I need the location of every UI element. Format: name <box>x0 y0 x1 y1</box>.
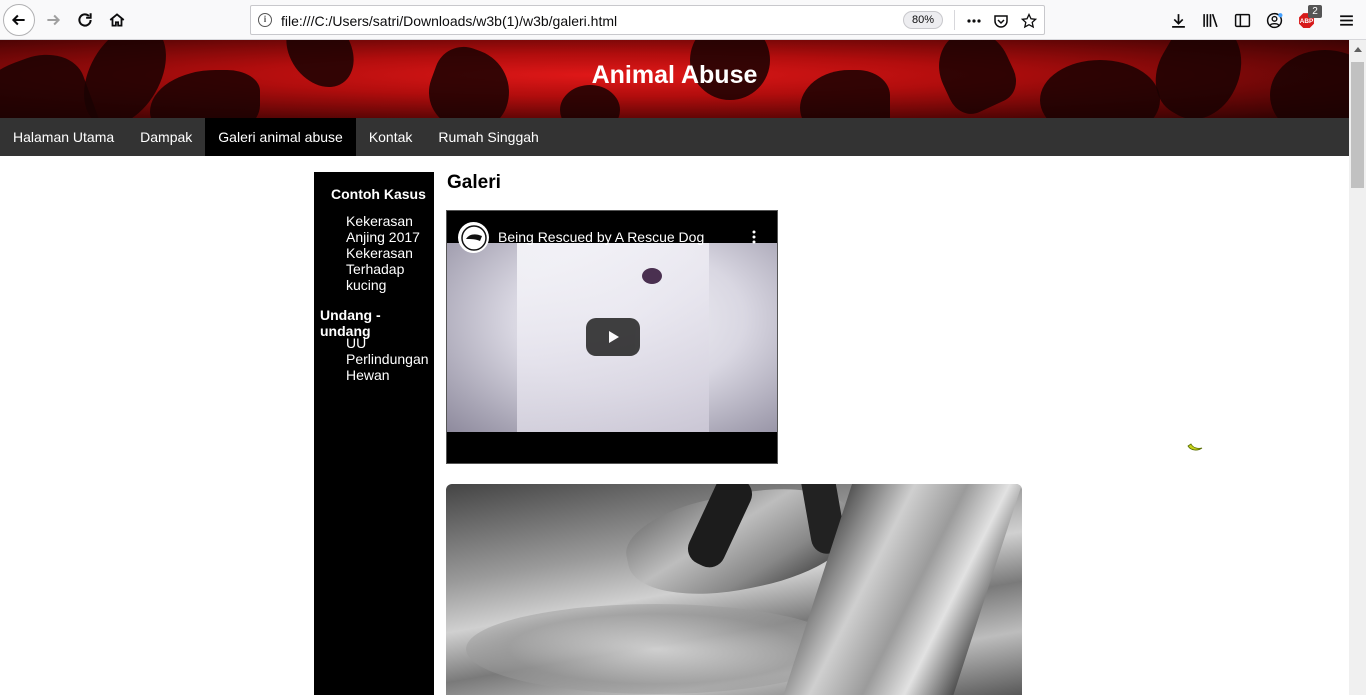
star-icon <box>1021 13 1037 29</box>
forward-button[interactable] <box>37 4 69 36</box>
address-bar[interactable]: i file:///C:/Users/satri/Downloads/w3b(1… <box>250 5 1045 35</box>
pocket-icon <box>994 15 1008 28</box>
page-viewport: Animal Abuse Halaman Utama Dampak Galeri… <box>0 40 1349 695</box>
sidebar-link-uu-perlindungan[interactable]: UU Perlindungan Hewan <box>346 335 432 383</box>
nav-item-galeri[interactable]: Galeri animal abuse <box>205 118 356 156</box>
downloads-button[interactable] <box>1168 10 1188 30</box>
home-icon <box>109 13 125 27</box>
mouse-cursor-icon <box>1187 443 1203 451</box>
arrow-left-icon <box>11 14 25 26</box>
sidebar-button[interactable] <box>1232 10 1252 30</box>
arrow-right-icon <box>47 14 61 26</box>
adblock-count-badge: 2 <box>1308 5 1322 18</box>
sidebar-link-kekerasan-kucing[interactable]: Kekerasan Terhadap kucing <box>346 245 432 293</box>
gallery-title: Galeri <box>447 172 501 193</box>
home-button[interactable] <box>101 4 133 36</box>
gallery-photo <box>446 484 1022 695</box>
info-icon[interactable]: i <box>258 13 272 27</box>
site-header-banner: Animal Abuse <box>0 40 1349 118</box>
download-icon <box>1171 13 1185 28</box>
bookmark-button[interactable] <box>1020 12 1038 30</box>
pocket-button[interactable] <box>992 12 1010 30</box>
main-nav: Halaman Utama Dampak Galeri animal abuse… <box>0 118 1349 156</box>
nav-item-halaman-utama[interactable]: Halaman Utama <box>0 118 127 156</box>
more-dots-icon <box>967 19 981 23</box>
library-button[interactable] <box>1200 10 1220 30</box>
svg-text:ABP: ABP <box>1299 18 1313 25</box>
nav-item-rumah-singgah[interactable]: Rumah Singgah <box>425 118 551 156</box>
account-button[interactable] <box>1264 10 1284 30</box>
play-icon <box>609 331 619 343</box>
page-actions-button[interactable] <box>965 12 983 30</box>
channel-avatar-icon[interactable] <box>458 222 489 253</box>
sidebar-icon <box>1234 13 1250 27</box>
reload-icon <box>78 13 92 27</box>
back-button[interactable] <box>3 4 35 36</box>
reload-button[interactable] <box>69 4 101 36</box>
video-title[interactable]: Being Rescued by A Rescue Dog <box>498 229 704 245</box>
zoom-indicator[interactable]: 80% <box>903 11 944 29</box>
nav-item-dampak[interactable]: Dampak <box>127 118 205 156</box>
scroll-up-arrow-icon[interactable] <box>1349 40 1366 57</box>
library-icon <box>1202 13 1218 27</box>
play-button[interactable] <box>586 318 640 356</box>
sidebar: Contoh Kasus Kekerasan Anjing 2017 Keker… <box>314 172 434 695</box>
nav-item-kontak[interactable]: Kontak <box>356 118 426 156</box>
sidebar-heading-contoh-kasus: Contoh Kasus <box>331 186 426 202</box>
scrollbar-thumb[interactable] <box>1351 62 1364 188</box>
account-icon <box>1266 12 1282 28</box>
vertical-scrollbar[interactable] <box>1349 40 1366 695</box>
site-title: Animal Abuse <box>591 61 758 89</box>
divider <box>954 10 955 30</box>
browser-toolbar: i file:///C:/Users/satri/Downloads/w3b(1… <box>0 0 1366 40</box>
hamburger-menu-icon <box>1339 14 1353 26</box>
more-options-icon[interactable] <box>747 227 761 247</box>
url-text[interactable]: file:///C:/Users/satri/Downloads/w3b(1)/… <box>281 13 617 29</box>
youtube-video-embed[interactable]: Being Rescued by A Rescue Dog <box>446 210 778 464</box>
sidebar-link-kekerasan-anjing[interactable]: Kekerasan Anjing 2017 <box>346 213 432 245</box>
menu-button[interactable] <box>1336 10 1356 30</box>
